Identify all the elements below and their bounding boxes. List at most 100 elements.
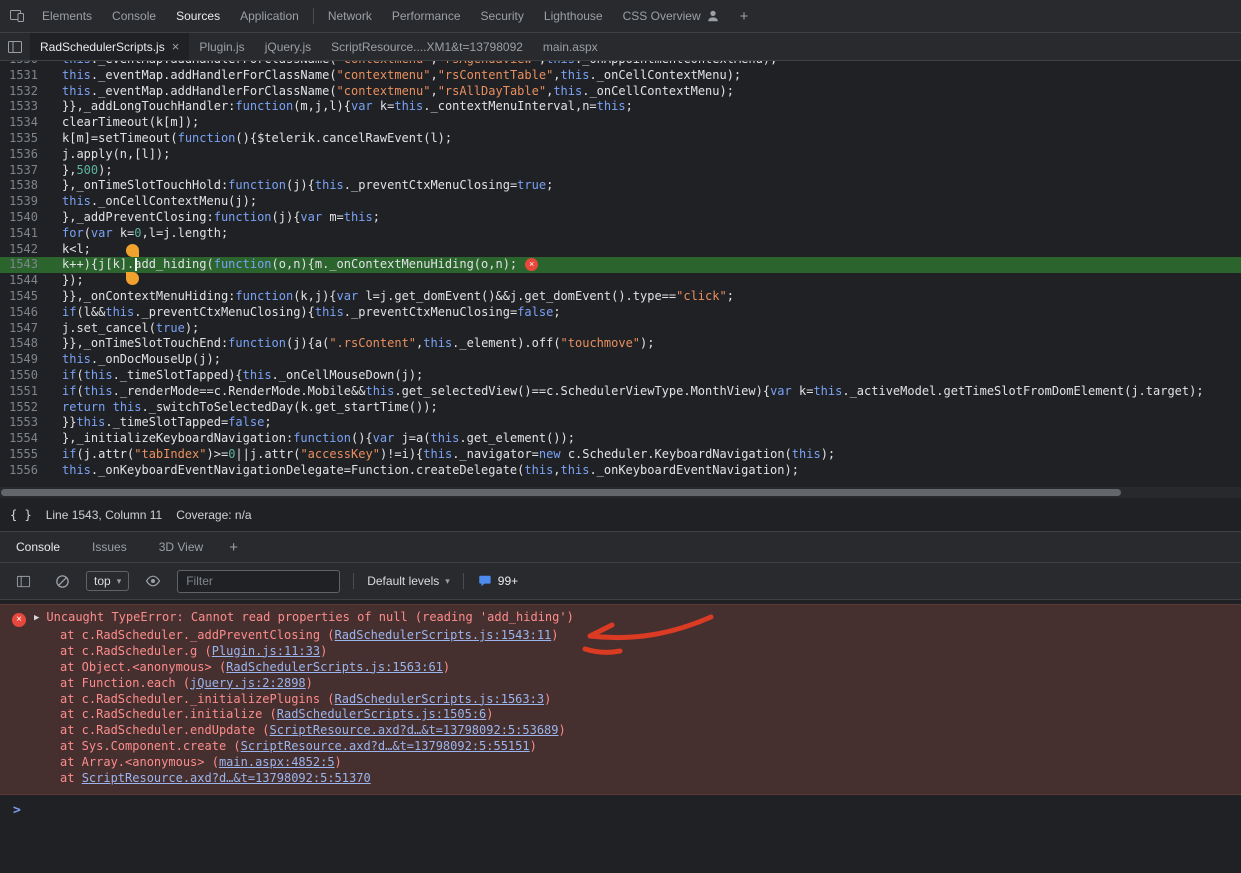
line-number[interactable]: 1542 bbox=[0, 242, 48, 258]
panel-tab-sources[interactable]: Sources bbox=[166, 0, 230, 32]
create-live-expression-button[interactable] bbox=[138, 563, 168, 599]
stack-frame-link[interactable]: main.aspx:4852:5 bbox=[219, 755, 335, 769]
line-number[interactable]: 1537 bbox=[0, 163, 48, 179]
stack-frame-text: at c.RadScheduler._initializePlugins ( bbox=[60, 692, 335, 706]
clear-console-button[interactable] bbox=[47, 563, 77, 599]
panel-tab-performance[interactable]: Performance bbox=[382, 0, 471, 32]
line-number[interactable]: 1536 bbox=[0, 147, 48, 163]
file-tab-jquery-js[interactable]: jQuery.js bbox=[255, 33, 321, 60]
chevron-down-icon: ▾ bbox=[445, 576, 450, 587]
selection-handle-top-icon[interactable] bbox=[126, 244, 139, 257]
issues-counter[interactable]: 99+ bbox=[477, 574, 518, 588]
stack-frame-link[interactable]: ScriptResource.axd?d…&t=13798092:5:51370 bbox=[82, 771, 371, 785]
line-number[interactable]: 1531 bbox=[0, 68, 48, 84]
code-text: j.set_cancel(true); bbox=[48, 321, 199, 337]
add-drawer-tab-button[interactable]: + bbox=[219, 539, 248, 556]
expand-triangle-icon[interactable]: ▶ bbox=[34, 611, 39, 627]
console-toolbar: top ▾ Default levels ▾ 99+ bbox=[0, 563, 1241, 600]
stack-frame-link[interactable]: ScriptResource.axd?d…&t=13798092:5:53689 bbox=[270, 723, 559, 737]
line-number[interactable]: 1554 bbox=[0, 431, 48, 447]
panel-tab-console[interactable]: Console bbox=[102, 0, 166, 32]
line-number[interactable]: 1543 bbox=[0, 257, 48, 273]
stack-frame-text: ) bbox=[320, 644, 327, 658]
line-number[interactable]: 1545 bbox=[0, 289, 48, 305]
file-tab-scriptresource-xm1-t-13798092[interactable]: ScriptResource....XM1&t=13798092 bbox=[321, 33, 533, 60]
line-number[interactable]: 1530 bbox=[0, 61, 48, 68]
line-number[interactable]: 1532 bbox=[0, 84, 48, 100]
file-tab-main-aspx[interactable]: main.aspx bbox=[533, 33, 608, 60]
panel-tab-security[interactable]: Security bbox=[471, 0, 534, 32]
stack-frame-text: ) bbox=[559, 723, 566, 737]
filter-input[interactable] bbox=[177, 570, 340, 593]
code-text: }},_addLongTouchHandler:function(m,j,l){… bbox=[48, 99, 633, 115]
drawer-tab-label: Issues bbox=[92, 540, 127, 554]
stack-frame-link[interactable]: RadSchedulerScripts.js:1543:11 bbox=[335, 628, 552, 642]
code-text: },_onTimeSlotTouchHold:function(j){this.… bbox=[48, 178, 553, 194]
toggle-navigator-button[interactable] bbox=[0, 33, 30, 60]
panel-tab-application[interactable]: Application bbox=[230, 0, 309, 32]
drawer-tabbar-tabs: Console Issues 3D View bbox=[0, 532, 219, 562]
panel-tab-network[interactable]: Network bbox=[318, 0, 382, 32]
panel-tab-elements[interactable]: Elements bbox=[32, 0, 102, 32]
line-number[interactable]: 1548 bbox=[0, 336, 48, 352]
stack-frame-link[interactable]: jQuery.js:2:2898 bbox=[190, 676, 306, 690]
code-text: if(l&&this._preventCtxMenuClosing){this.… bbox=[48, 305, 561, 321]
line-number[interactable]: 1550 bbox=[0, 368, 48, 384]
log-levels-dropdown[interactable]: Default levels ▾ bbox=[367, 574, 450, 588]
code-text: this._eventMap.addHandlerForClassName("c… bbox=[48, 61, 777, 68]
line-number[interactable]: 1544 bbox=[0, 273, 48, 289]
stack-frame-text: ) bbox=[486, 707, 493, 721]
line-number[interactable]: 1553 bbox=[0, 415, 48, 431]
stack-frame-link[interactable]: RadSchedulerScripts.js:1563:3 bbox=[335, 692, 545, 706]
stack-frame-link[interactable]: Plugin.js:11:33 bbox=[212, 644, 320, 658]
horizontal-scrollbar[interactable] bbox=[0, 487, 1241, 498]
code-text: }},_onTimeSlotTouchEnd:function(j){a(".r… bbox=[48, 336, 654, 352]
code-text: },_initializeKeyboardNavigation:function… bbox=[48, 431, 575, 447]
line-number[interactable]: 1533 bbox=[0, 99, 48, 115]
drawer-tab-issues[interactable]: Issues bbox=[76, 532, 143, 562]
stack-frame-text: ) bbox=[306, 676, 313, 690]
stack-frame-link[interactable]: RadSchedulerScripts.js:1563:61 bbox=[226, 660, 443, 674]
tabbar-divider bbox=[313, 8, 314, 24]
file-tab-label: Plugin.js bbox=[199, 40, 244, 54]
line-number[interactable]: 1546 bbox=[0, 305, 48, 321]
line-number[interactable]: 1535 bbox=[0, 131, 48, 147]
source-editor[interactable]: 1530this._eventMap.addHandlerForClassNam… bbox=[0, 61, 1241, 487]
drawer-tab-console[interactable]: Console bbox=[0, 532, 76, 562]
line-number[interactable]: 1555 bbox=[0, 447, 48, 463]
code-line: 1539this._onCellContextMenu(j); bbox=[0, 194, 1241, 210]
close-icon[interactable]: × bbox=[172, 40, 180, 53]
line-number[interactable]: 1540 bbox=[0, 210, 48, 226]
line-number[interactable]: 1556 bbox=[0, 463, 48, 479]
line-number[interactable]: 1539 bbox=[0, 194, 48, 210]
file-tabbar: RadSchedulerScripts.js× Plugin.js jQuery.j… bbox=[0, 33, 1241, 61]
file-tab-radschedulerscripts-js[interactable]: RadSchedulerScripts.js× bbox=[30, 33, 189, 60]
context-selector[interactable]: top ▾ bbox=[86, 571, 129, 591]
stack-frame-link[interactable]: RadSchedulerScripts.js:1505:6 bbox=[277, 707, 487, 721]
code-line: 1534clearTimeout(k[m]); bbox=[0, 115, 1241, 131]
line-number[interactable]: 1552 bbox=[0, 400, 48, 416]
pretty-print-button[interactable]: { } bbox=[10, 508, 32, 522]
code-line: 1537},500); bbox=[0, 163, 1241, 179]
horizontal-scrollbar-thumb[interactable] bbox=[1, 489, 1121, 496]
console-sidebar-toggle-button[interactable] bbox=[8, 563, 38, 599]
line-number[interactable]: 1541 bbox=[0, 226, 48, 242]
code-line: 1556this._onKeyboardEventNavigationDeleg… bbox=[0, 463, 1241, 479]
more-panels-button[interactable]: + bbox=[730, 8, 759, 25]
line-number[interactable]: 1551 bbox=[0, 384, 48, 400]
line-number[interactable]: 1538 bbox=[0, 178, 48, 194]
stack-frame-link[interactable]: ScriptResource.axd?d…&t=13798092:5:55151 bbox=[241, 739, 530, 753]
file-tab-plugin-js[interactable]: Plugin.js bbox=[189, 33, 254, 60]
console-prompt[interactable]: > bbox=[0, 795, 1241, 818]
drawer-tab-3d-view[interactable]: 3D View bbox=[143, 532, 219, 562]
code-text: }},_onContextMenuHiding:function(k,j){va… bbox=[48, 289, 734, 305]
code-line: 1532this._eventMap.addHandlerForClassNam… bbox=[0, 84, 1241, 100]
code-line: 1544}); bbox=[0, 273, 1241, 289]
panel-tab-css-overview[interactable]: CSS Overview bbox=[613, 0, 730, 32]
panel-tab-lighthouse[interactable]: Lighthouse bbox=[534, 0, 613, 32]
line-number[interactable]: 1534 bbox=[0, 115, 48, 131]
log-levels-label: Default levels bbox=[367, 574, 439, 588]
line-number[interactable]: 1547 bbox=[0, 321, 48, 337]
line-number[interactable]: 1549 bbox=[0, 352, 48, 368]
toggle-device-toolbar-button[interactable] bbox=[2, 0, 32, 32]
